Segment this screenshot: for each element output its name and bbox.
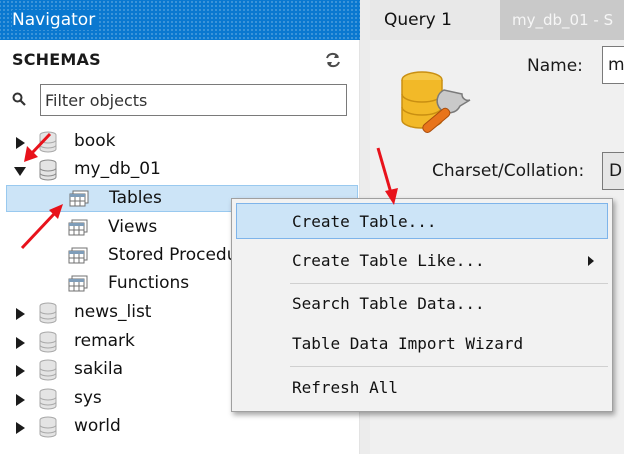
tree-item-label: Views	[108, 217, 158, 237]
menu-item-label: Create Table...	[292, 212, 437, 231]
menu-item-search-table-data[interactable]: Search Table Data...	[236, 285, 608, 321]
database-icon	[39, 302, 57, 324]
menu-separator	[290, 366, 608, 367]
schema-label: remark	[74, 331, 135, 351]
submenu-arrow-icon	[588, 256, 594, 266]
table-icon	[69, 190, 89, 207]
search-icon	[12, 92, 26, 106]
stored-procedure-icon	[68, 247, 88, 264]
schemas-title: SCHEMAS	[12, 50, 101, 69]
schema-label: world	[74, 416, 121, 436]
expand-arrow-icon[interactable]	[16, 394, 25, 406]
schema-label: sakila	[74, 359, 123, 379]
tab-query-1[interactable]: Query 1	[370, 0, 500, 40]
schema-label: news_list	[74, 302, 152, 322]
schema-name-input[interactable]: m	[602, 46, 624, 84]
schema-item-my-db-01[interactable]: my_db_01	[0, 156, 360, 184]
expand-arrow-icon[interactable]	[16, 337, 25, 349]
filter-objects-input[interactable]	[40, 84, 347, 116]
menu-item-create-table[interactable]: Create Table...	[236, 203, 608, 239]
refresh-icon[interactable]	[324, 52, 342, 68]
tree-item-label: Tables	[109, 188, 162, 208]
expand-arrow-icon[interactable]	[16, 308, 25, 320]
schema-label: book	[74, 131, 116, 151]
charset-collation-label: Charset/Collation:	[432, 161, 585, 181]
context-menu: Create Table... Create Table Like... Sea…	[231, 198, 613, 412]
name-label: Name:	[527, 56, 583, 76]
schema-item-book[interactable]: book	[0, 128, 360, 156]
navigator-title: Navigator	[12, 10, 100, 30]
schema-label: my_db_01	[74, 159, 161, 179]
menu-item-create-table-like[interactable]: Create Table Like...	[236, 242, 608, 278]
schema-label: sys	[74, 388, 102, 408]
menu-item-label: Refresh All	[292, 378, 398, 397]
database-icon	[39, 388, 57, 410]
tab-bar: Query 1 my_db_01 - S	[370, 0, 624, 40]
menu-item-table-data-import-wizard[interactable]: Table Data Import Wizard	[236, 325, 608, 361]
tree-item-label: Stored Procedures	[108, 245, 232, 265]
database-icon	[39, 359, 57, 381]
view-icon	[68, 219, 88, 236]
function-icon	[68, 275, 88, 292]
expand-arrow-icon[interactable]	[16, 137, 25, 149]
tree-item-label: Functions	[108, 273, 190, 293]
charset-collation-select[interactable]: D	[602, 152, 624, 190]
database-settings-icon	[401, 71, 471, 133]
schemas-section-header: SCHEMAS	[12, 50, 342, 72]
menu-item-refresh-all[interactable]: Refresh All	[236, 369, 608, 405]
navigator-header: Navigator	[0, 0, 360, 40]
database-icon	[39, 159, 57, 181]
schema-item-world[interactable]: world	[0, 413, 360, 441]
database-icon	[39, 131, 57, 153]
menu-item-label: Table Data Import Wizard	[292, 334, 524, 353]
menu-item-label: Search Table Data...	[292, 294, 485, 313]
filter-row	[12, 84, 348, 116]
database-icon	[39, 416, 57, 438]
menu-separator	[290, 283, 608, 284]
database-icon	[39, 331, 57, 353]
tab-schema-editor[interactable]: my_db_01 - S	[500, 0, 624, 40]
collapse-arrow-icon[interactable]	[14, 167, 26, 176]
menu-item-label: Create Table Like...	[292, 251, 485, 270]
expand-arrow-icon[interactable]	[16, 422, 25, 434]
expand-arrow-icon[interactable]	[16, 365, 25, 377]
